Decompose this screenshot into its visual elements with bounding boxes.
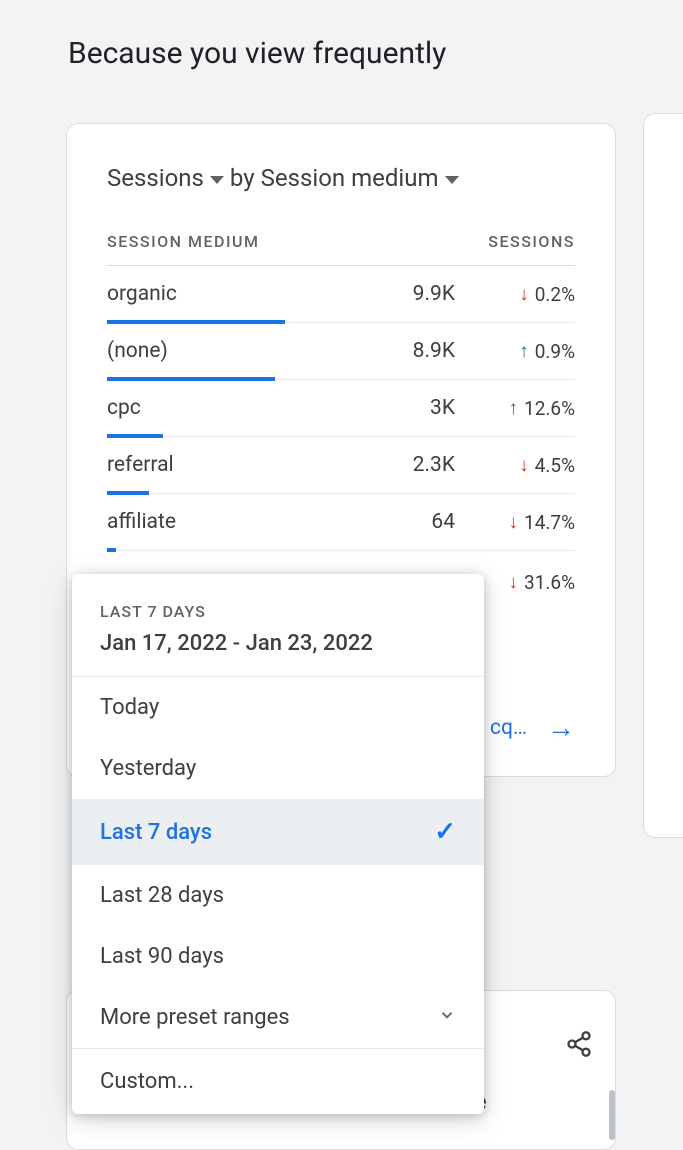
date-option-last-7-days[interactable]: Last 7 days ✓ <box>72 799 484 865</box>
table-row[interactable]: cpc3K↑12.6% <box>107 380 575 437</box>
date-option-custom[interactable]: Custom... <box>72 1048 484 1114</box>
arrow-down-icon: ↓ <box>509 510 519 534</box>
share-icon[interactable] <box>565 1030 593 1065</box>
date-option-yesterday[interactable]: Yesterday <box>72 738 484 799</box>
delta: ↑12.6% <box>455 396 575 436</box>
arrow-down-icon: ↓ <box>519 453 529 477</box>
date-option-label: More preset ranges <box>100 1005 290 1030</box>
sessions-value: 64 <box>365 510 455 550</box>
delta: ↓ 4.5% <box>455 453 575 493</box>
date-range-header-range: Jan 17, 2022 - Jan 23, 2022 <box>100 631 456 656</box>
hidden-row-delta-value: 31.6% <box>524 571 575 594</box>
delta: ↓14.7% <box>455 510 575 550</box>
delta-value: 14.7% <box>524 511 575 534</box>
medium-label: organic <box>107 282 365 322</box>
medium-label: affiliate <box>107 510 365 550</box>
delta-value: 4.5% <box>535 454 575 477</box>
table-header: SESSION MEDIUM SESSIONS <box>107 232 575 266</box>
delta-value: 12.6% <box>524 397 575 420</box>
view-report-link[interactable]: cq… <box>490 716 527 740</box>
page-title: Because you view frequently <box>0 0 683 71</box>
hidden-row-delta: ↓ 31.6% <box>509 570 575 594</box>
date-option-last-28-days[interactable]: Last 28 days <box>72 865 484 926</box>
delta-value: 0.9% <box>535 340 575 363</box>
metric-dropdown-label: Sessions <box>107 164 204 192</box>
chevron-down-icon <box>438 1006 456 1029</box>
date-range-header: LAST 7 DAYS Jan 17, 2022 - Jan 23, 2022 <box>72 574 484 677</box>
dimension-dropdown-label: Session medium <box>261 164 439 192</box>
date-range-header-label: LAST 7 DAYS <box>100 602 456 621</box>
caret-down-icon <box>445 176 459 184</box>
col-session-medium: SESSION MEDIUM <box>107 232 259 251</box>
table-row[interactable]: referral2.3K ↓ 4.5% <box>107 437 575 494</box>
arrow-right-icon[interactable]: → <box>547 711 575 744</box>
table-row[interactable]: organic9.9K ↓ 0.2% <box>107 266 575 323</box>
delta-value: 0.2% <box>535 283 575 306</box>
medium-label: cpc <box>107 396 365 436</box>
caret-down-icon <box>210 176 224 184</box>
arrow-down-icon: ↓ <box>519 282 529 306</box>
arrow-up-icon: ↑ <box>519 339 529 363</box>
medium-label: (none) <box>107 339 365 379</box>
table-row[interactable]: (none)8.9K ↑ 0.9% <box>107 323 575 380</box>
check-icon: ✓ <box>434 817 456 847</box>
date-option-label: Last 7 days <box>100 820 212 845</box>
delta: ↑ 0.9% <box>455 339 575 379</box>
table-row[interactable]: affiliate64↓14.7% <box>107 494 575 551</box>
sessions-value: 8.9K <box>365 339 455 379</box>
dimension-prefix: by <box>230 164 255 192</box>
date-range-popup: LAST 7 DAYS Jan 17, 2022 - Jan 23, 2022 … <box>72 574 484 1114</box>
sessions-value: 2.3K <box>365 453 455 493</box>
arrow-down-icon: ↓ <box>509 570 519 594</box>
delta: ↓ 0.2% <box>455 282 575 322</box>
sessions-value: 3K <box>365 396 455 436</box>
bar-indicator <box>107 548 116 552</box>
dimension-dropdown[interactable]: Session medium <box>261 164 459 192</box>
date-option-more-presets[interactable]: More preset ranges <box>72 987 484 1048</box>
metric-dropdown[interactable]: Sessions <box>107 164 224 192</box>
col-sessions: SESSIONS <box>488 232 575 251</box>
next-card-peek <box>643 113 683 838</box>
medium-label: referral <box>107 453 365 493</box>
arrow-up-icon: ↑ <box>509 396 519 420</box>
date-option-today[interactable]: Today <box>72 677 484 738</box>
sessions-value: 9.9K <box>365 282 455 322</box>
card-header-dropdowns: Sessions by Session medium <box>107 164 575 192</box>
date-option-last-90-days[interactable]: Last 90 days <box>72 926 484 987</box>
scrollbar[interactable] <box>609 1090 615 1140</box>
